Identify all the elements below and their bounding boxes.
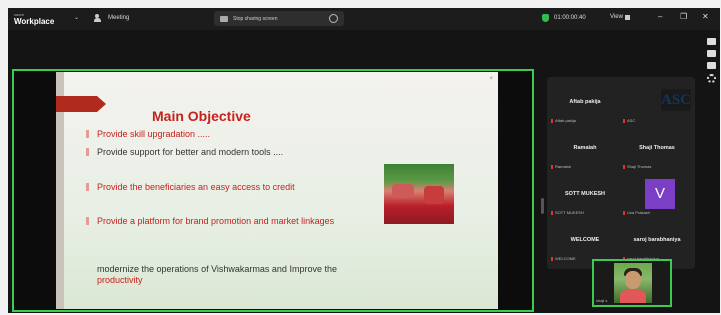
slide-title: Main Objective <box>152 108 251 124</box>
shield-icon[interactable] <box>542 14 549 22</box>
slide-closing-text: modernize the operations of Vishwakarmas… <box>97 264 367 286</box>
meeting-status: 01:00:00:40 <box>542 14 586 22</box>
mic-muted-icon <box>551 210 553 215</box>
asc-logo: ASC <box>661 89 691 111</box>
slide-photo <box>384 164 454 224</box>
bullet-text: Provide a platform for brand promotion a… <box>97 216 335 226</box>
title-bar: zoom Workplace ⌄ Meeting Stop sharing sc… <box>8 8 720 30</box>
stop-icon <box>329 14 338 23</box>
people-icon <box>94 14 104 22</box>
mic-muted-icon <box>623 164 625 169</box>
bullet-marker <box>86 183 89 191</box>
mic-muted-icon <box>551 164 553 169</box>
self-view-tile[interactable]: shaji s <box>592 259 672 307</box>
minimize-button[interactable]: – <box>658 12 662 21</box>
bullet-text: Provide skill upgradation ..... <box>97 129 211 139</box>
participant-name: saroj barabhaniya <box>633 237 681 243</box>
participant-name: WELCOME <box>570 237 600 243</box>
self-view-label: shaji s <box>596 298 608 303</box>
participant-label-text: Usa Prakash <box>627 210 650 215</box>
mic-muted-icon <box>551 256 553 261</box>
chevron-down-icon[interactable]: ⌄ <box>74 14 79 21</box>
participant-label: ASC <box>623 118 635 123</box>
meeting-label: Meeting <box>108 15 130 21</box>
stop-share-button[interactable]: Stop sharing screen <box>214 11 344 26</box>
bullet-marker <box>86 148 89 156</box>
grid-view-icon[interactable] <box>625 15 630 20</box>
participant-name: SOTT MUKESH <box>564 191 606 197</box>
participant-label-text: ASC <box>627 118 636 123</box>
participant-tile[interactable]: SOTT MUKESH SOTT MUKESH <box>549 175 621 219</box>
mic-muted-icon <box>551 118 553 123</box>
participant-label-text: Aftab pakija <box>555 118 576 123</box>
participant-label: Aftab pakija <box>551 118 576 123</box>
participant-tile[interactable]: Shaji Thomas Shaji Thomas <box>621 129 693 173</box>
participant-tile[interactable]: ASC ASC <box>621 83 693 127</box>
closing-text: modernize the operations of Vishwakarmas… <box>97 264 337 274</box>
bullet-text: Provide support for better and modern to… <box>97 147 284 157</box>
participant-avatar: V <box>645 179 675 209</box>
shared-screen: × Main Objective Provide skill upgradati… <box>12 69 534 312</box>
window-icon[interactable] <box>706 62 716 69</box>
bullet-marker <box>86 130 89 138</box>
expand-icon[interactable] <box>706 38 716 45</box>
brand-label: Workplace <box>14 17 55 26</box>
participant-name: Ramaiah <box>573 145 597 151</box>
app-window: zoom Workplace ⌄ Meeting Stop sharing sc… <box>8 8 720 313</box>
restore-button[interactable]: ❐ <box>680 12 687 21</box>
self-shirt <box>620 290 646 303</box>
participant-label: SOTT MUKESH <box>551 210 584 215</box>
participant-label: Ramaiah <box>551 164 571 169</box>
presentation-slide: × Main Objective Provide skill upgradati… <box>56 72 498 309</box>
view-button[interactable]: View <box>610 14 623 20</box>
slide-bullet: Provide support for better and modern to… <box>86 147 376 158</box>
mic-muted-icon <box>623 118 625 123</box>
meeting-menu[interactable]: Meeting <box>94 14 129 22</box>
participant-label-text: Ramaiah <box>555 164 572 169</box>
participant-tile[interactable]: V Usa Prakash <box>621 175 693 219</box>
self-video <box>614 263 652 303</box>
bullet-text: Provide the beneficiaries an easy access… <box>97 182 295 192</box>
closing-highlight: productivity <box>97 275 143 285</box>
participant-tile[interactable]: Aftab pakija Aftab pakija <box>549 83 621 127</box>
close-icon[interactable]: × <box>489 76 493 82</box>
side-toolbar <box>704 38 718 83</box>
slide-bullet: Provide skill upgradation ..... <box>86 129 376 140</box>
participant-label-text: SOTT MUKESH <box>555 210 584 215</box>
slide-bullet: Provide the beneficiaries an easy access… <box>86 182 376 193</box>
panel-resize-handle[interactable] <box>541 198 544 214</box>
mic-muted-icon <box>623 210 625 215</box>
participant-label: Shaji Thomas <box>623 164 651 169</box>
bullet-marker <box>86 217 89 225</box>
slide-bullet: Provide a platform for brand promotion a… <box>86 216 356 227</box>
self-face <box>625 271 641 289</box>
participant-label-text: WELCOME <box>555 256 576 261</box>
camera-icon[interactable] <box>706 50 716 57</box>
participant-label: Usa Prakash <box>623 210 650 215</box>
participant-gallery: Aftab pakija Aftab pakija ASC ASC Ramaia… <box>547 77 695 269</box>
slide-ribbon <box>56 96 106 112</box>
participant-label: WELCOME <box>551 256 576 261</box>
participant-name: Shaji Thomas <box>639 145 675 151</box>
close-button[interactable]: ✕ <box>702 12 709 21</box>
app-brand: zoom Workplace <box>14 11 55 26</box>
gear-icon[interactable] <box>706 74 716 83</box>
participant-name: Aftab pakija <box>569 99 601 105</box>
participant-label-text: Shaji Thomas <box>627 164 652 169</box>
share-label: Stop sharing screen <box>233 15 278 22</box>
share-screen-icon <box>220 15 228 22</box>
meeting-timer: 01:00:00:40 <box>554 15 586 21</box>
participant-tile[interactable]: Ramaiah Ramaiah <box>549 129 621 173</box>
